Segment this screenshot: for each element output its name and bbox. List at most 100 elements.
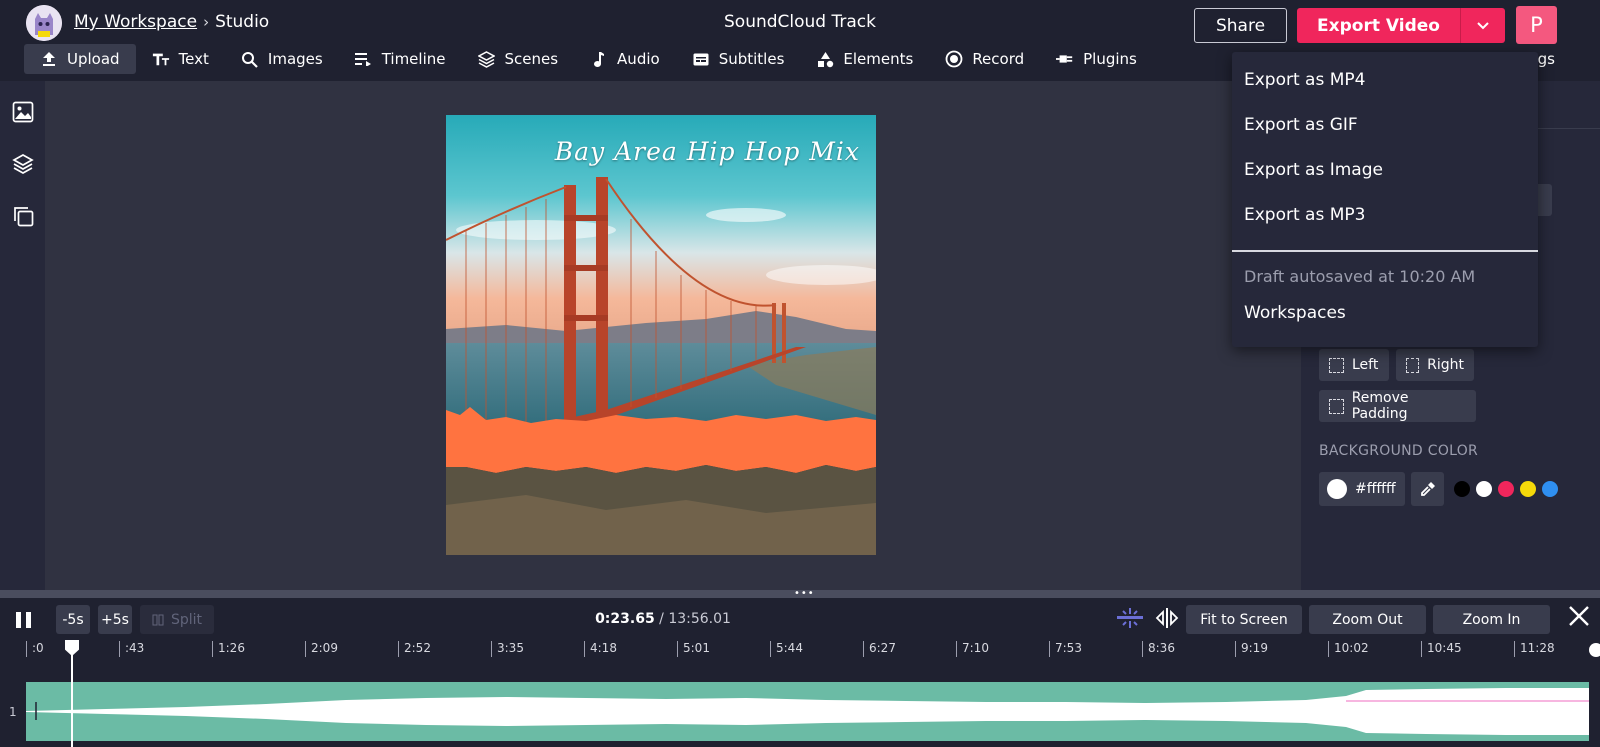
record-icon — [945, 50, 963, 68]
search-icon — [241, 50, 259, 68]
audio-track[interactable] — [26, 682, 1589, 741]
tool-timeline[interactable]: Timeline — [339, 44, 462, 74]
fit-to-screen-button[interactable]: Fit to Screen — [1186, 605, 1302, 634]
toolbar: Upload Text Images Timeline Scenes Audio… — [24, 44, 1153, 74]
color-preview — [1327, 479, 1347, 499]
canvas-title-text[interactable]: Bay Area Hip Hop Mix — [555, 137, 860, 166]
tool-audio[interactable]: Audio — [574, 44, 676, 74]
snap-icon[interactable] — [1115, 606, 1145, 634]
video-canvas[interactable]: Bay Area Hip Hop Mix — [446, 115, 876, 555]
padding-left-label: Left — [1352, 357, 1379, 373]
tool-label: Elements — [843, 50, 914, 68]
padding-right-label: Right — [1427, 357, 1464, 373]
total-time: 13:56.01 — [668, 611, 731, 627]
swatch-black[interactable] — [1454, 481, 1470, 497]
tool-elements[interactable]: Elements — [800, 44, 929, 74]
ruler-tick: 9:19 — [1235, 641, 1268, 657]
ruler-tick: 7:10 — [956, 641, 989, 657]
image-icon[interactable] — [11, 100, 35, 124]
section-label: Studio — [215, 12, 270, 32]
text-icon — [152, 50, 170, 68]
playhead-line[interactable] — [71, 641, 73, 747]
tool-label: Scenes — [504, 50, 559, 68]
tool-subtitles[interactable]: Subtitles — [676, 44, 801, 74]
color-swatches — [1454, 481, 1558, 497]
eyedropper-button[interactable] — [1411, 472, 1444, 506]
tool-record[interactable]: Record — [929, 44, 1040, 74]
swatch-blue[interactable] — [1542, 481, 1558, 497]
drag-handle-icon[interactable]: ••• — [794, 589, 815, 599]
plug-icon — [1056, 50, 1074, 68]
menu-divider — [1232, 250, 1538, 252]
tool-label: Upload — [67, 50, 120, 68]
duplicate-icon[interactable] — [11, 204, 35, 228]
workspaces-item[interactable]: Workspaces — [1244, 303, 1346, 323]
upload-icon — [40, 50, 58, 68]
ruler-tick: 8:36 — [1142, 641, 1175, 657]
zoom-in-button[interactable]: Zoom In — [1433, 605, 1550, 634]
tool-upload[interactable]: Upload — [24, 44, 136, 74]
background-color-field[interactable]: #ffffff — [1319, 472, 1405, 506]
ruler-tick: 10:02 — [1328, 641, 1369, 657]
ruler-tick: 11:28 — [1514, 641, 1555, 657]
avatar[interactable]: P — [1516, 6, 1557, 44]
layers-icon[interactable] — [11, 152, 35, 176]
shapes-icon — [816, 50, 834, 68]
tool-label: Images — [267, 50, 323, 68]
export-mp3-item[interactable]: Export as MP3 — [1244, 205, 1365, 225]
remove-padding-button[interactable]: Remove Padding — [1319, 390, 1476, 422]
timeline-end-handle[interactable] — [1589, 643, 1600, 657]
breadcrumb: My Workspace › Studio — [74, 12, 269, 32]
timeline-ruler[interactable]: :0 :43 1:26 2:09 2:52 3:35 4:18 5:01 5:4… — [26, 641, 1600, 661]
subtitles-icon — [692, 50, 710, 68]
tool-label: Subtitles — [718, 50, 785, 68]
ruler-tick: 7:53 — [1049, 641, 1082, 657]
split-view-icon[interactable] — [1154, 606, 1180, 634]
export-dropdown-menu: Export as MP4 Export as GIF Export as Im… — [1232, 52, 1538, 347]
tool-label: Record — [972, 50, 1025, 68]
autosave-status: Draft autosaved at 10:20 AM — [1244, 267, 1476, 286]
dashed-square-icon — [1329, 398, 1344, 414]
padding-right-button[interactable]: Right — [1396, 349, 1474, 381]
dashed-square-icon — [1406, 357, 1420, 373]
audio-waveform — [26, 688, 1589, 735]
tool-label: Audio — [617, 50, 660, 68]
background-color-label: BACKGROUND COLOR — [1319, 443, 1479, 459]
export-video-button[interactable]: Export Video — [1297, 8, 1460, 43]
share-button[interactable]: Share — [1194, 8, 1287, 43]
tool-plugins[interactable]: Plugins — [1040, 44, 1153, 74]
ruler-tick: 2:09 — [305, 641, 338, 657]
export-mp4-item[interactable]: Export as MP4 — [1244, 70, 1365, 90]
eyedropper-icon — [1420, 482, 1435, 496]
swatch-red[interactable] — [1498, 481, 1514, 497]
zoom-out-button[interactable]: Zoom Out — [1309, 605, 1426, 634]
current-time: 0:23.65 — [595, 611, 655, 627]
background-color-value: #ffffff — [1355, 481, 1396, 497]
ruler-tick: 5:44 — [770, 641, 803, 657]
layers-icon — [477, 50, 495, 68]
time-separator: / — [659, 611, 664, 627]
breadcrumb-separator: › — [203, 13, 210, 31]
export-options-toggle[interactable] — [1460, 8, 1505, 43]
workspace-link[interactable]: My Workspace — [74, 12, 197, 32]
remove-padding-label: Remove Padding — [1351, 390, 1409, 422]
tool-images[interactable]: Images — [225, 44, 339, 74]
tool-scenes[interactable]: Scenes — [461, 44, 574, 74]
ruler-tick: 1:26 — [212, 641, 245, 657]
ruler-tick: 2:52 — [398, 641, 431, 657]
track-number: 1 — [9, 705, 17, 719]
swatch-yellow[interactable] — [1520, 481, 1536, 497]
project-title[interactable]: SoundCloud Track — [724, 12, 876, 32]
left-sidebar — [0, 81, 45, 590]
close-timeline-button[interactable] — [1567, 604, 1591, 628]
tool-text[interactable]: Text — [136, 44, 225, 74]
padding-left-button[interactable]: Left — [1319, 349, 1389, 381]
export-image-item[interactable]: Export as Image — [1244, 160, 1383, 180]
export-gif-item[interactable]: Export as GIF — [1244, 115, 1358, 135]
ruler-tick: 3:35 — [491, 641, 524, 657]
app-logo[interactable] — [26, 5, 62, 41]
tool-label: Text — [178, 50, 209, 68]
swatch-white[interactable] — [1476, 481, 1492, 497]
ruler-tick: :0 — [26, 641, 44, 657]
music-note-icon — [590, 50, 608, 68]
